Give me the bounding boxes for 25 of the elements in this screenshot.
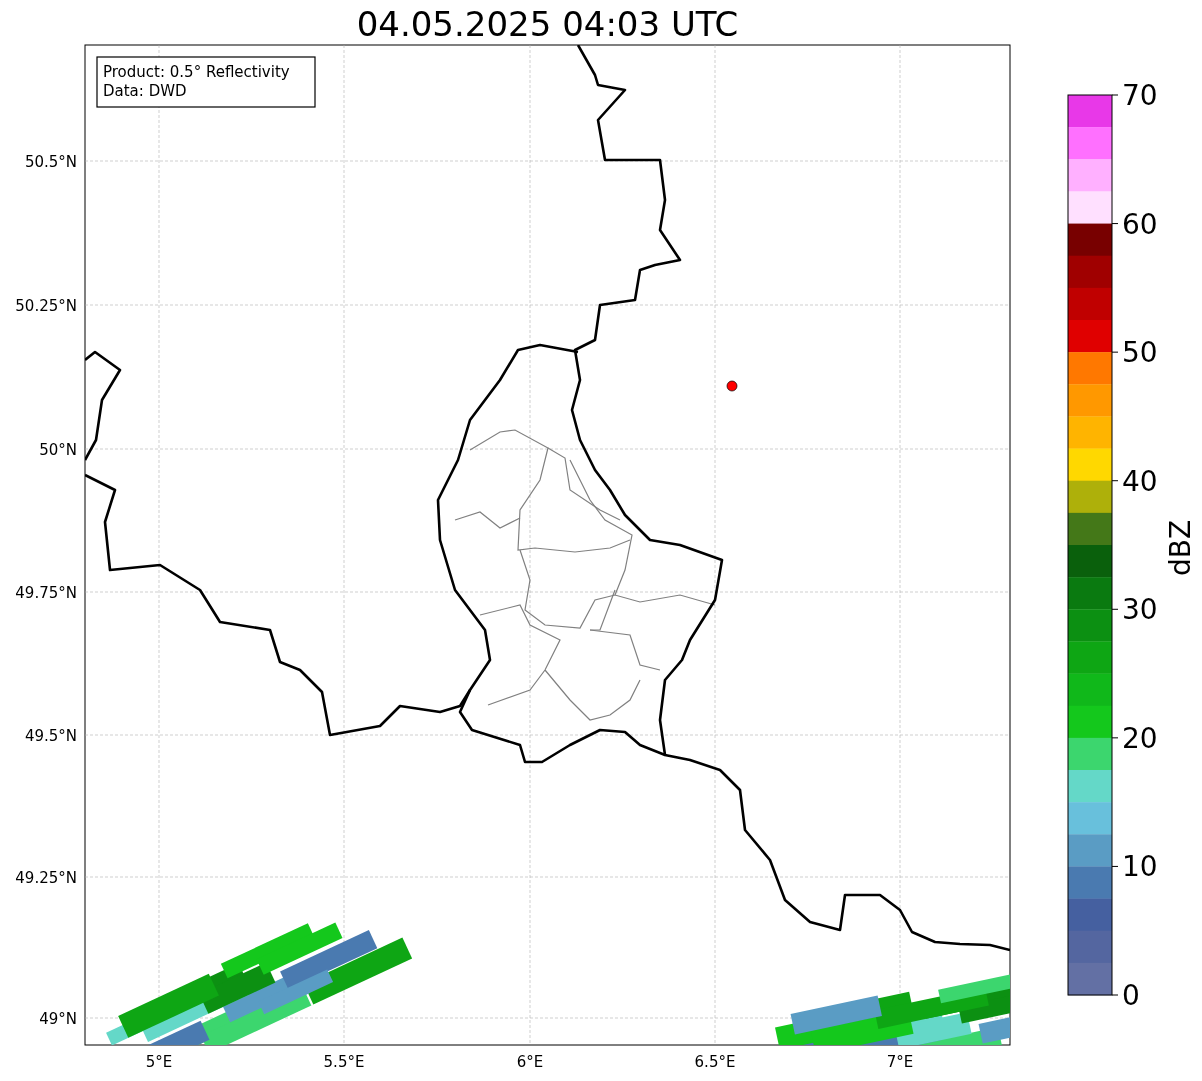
- colorbar-label: 10: [1122, 850, 1158, 884]
- colorbar-title: dBZ: [1164, 519, 1197, 577]
- longitude-label: 5°E: [145, 1053, 173, 1071]
- colorbar-label: 60: [1122, 207, 1158, 241]
- longitude-label: 6°E: [516, 1053, 544, 1071]
- colorbar-label: 0: [1122, 979, 1140, 1012]
- colorbar-label: 20: [1122, 721, 1158, 755]
- latitude-label: 49°N: [39, 1010, 77, 1028]
- colorbar-label: 70: [1122, 79, 1158, 112]
- colorbar-label: 40: [1122, 464, 1158, 498]
- info-text: Data: DWD: [103, 82, 187, 100]
- longitude-label: 6.5°E: [694, 1053, 736, 1071]
- latitude-label: 49.75°N: [15, 584, 77, 602]
- plot-title: 04.05.2025 04:03 UTC: [356, 4, 739, 44]
- colorbar-label: 50: [1122, 336, 1158, 370]
- colorbar-label: 30: [1122, 593, 1158, 627]
- longitude-label: 7°E: [886, 1053, 914, 1071]
- latitude-label: 49.25°N: [15, 869, 77, 887]
- latitude-label: 50.5°N: [24, 153, 77, 171]
- latitude-label: 50.25°N: [15, 297, 77, 315]
- latitude-label: 50°N: [39, 441, 77, 459]
- radar-site-icon: [726, 380, 738, 392]
- longitude-label: 5.5°E: [323, 1053, 365, 1071]
- latitude-label: 49.5°N: [24, 727, 77, 745]
- info-text: Product: 0.5° Reflectivity: [103, 63, 290, 81]
